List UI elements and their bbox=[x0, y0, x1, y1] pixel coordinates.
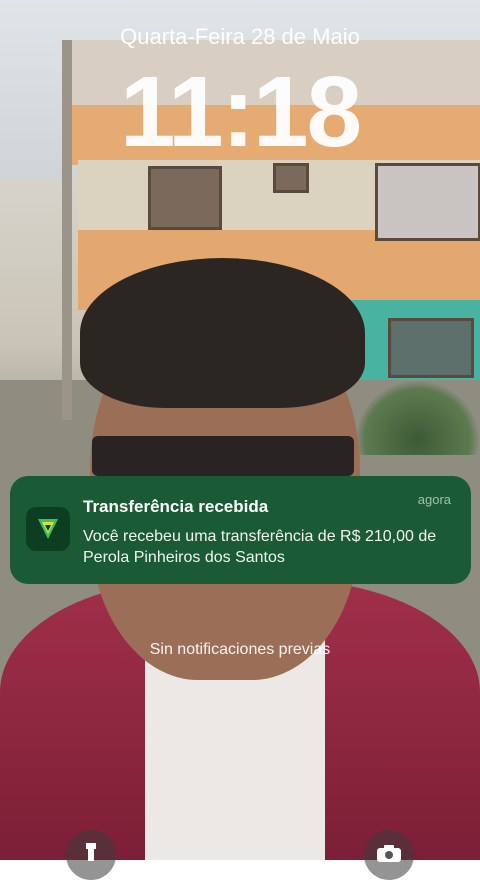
bank-logo-icon bbox=[26, 507, 70, 551]
lockscreen-date: Quarta-Feira 28 de Maio bbox=[120, 24, 360, 49]
notification-card[interactable]: Transferência recebida agora Você recebe… bbox=[10, 476, 471, 584]
no-previous-notifications-label: Sin notificaciones previas bbox=[149, 641, 331, 658]
camera-icon bbox=[376, 843, 402, 868]
lockscreen-time: 11:18 bbox=[119, 56, 362, 168]
notification-time: agora bbox=[417, 492, 451, 507]
notification-body: Você recebeu uma transferência de R$ 210… bbox=[83, 528, 437, 566]
notification-title: Transferência recebida bbox=[83, 497, 269, 516]
camera-button[interactable] bbox=[364, 830, 414, 880]
flashlight-icon bbox=[82, 841, 100, 870]
flashlight-button[interactable] bbox=[66, 830, 116, 880]
